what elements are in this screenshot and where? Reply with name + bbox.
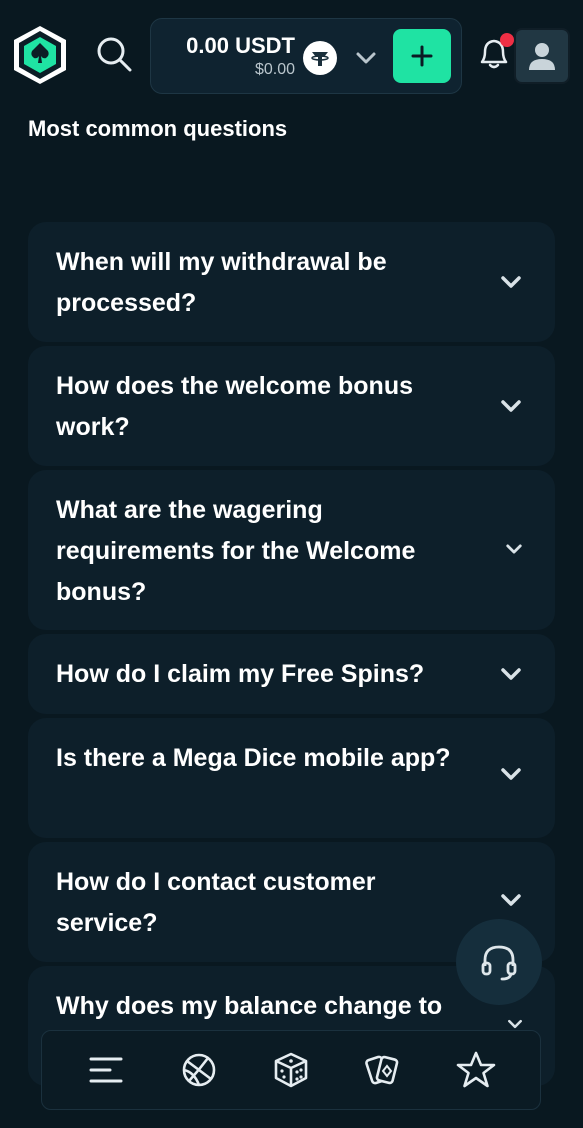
dice-icon xyxy=(274,1052,308,1088)
chevron-down-icon xyxy=(501,668,521,680)
faq-question: When will my withdrawal be processed? xyxy=(56,248,387,317)
chevron-down-icon xyxy=(501,894,521,906)
nav-favorites-button[interactable] xyxy=(452,1046,500,1094)
support-chat-button[interactable] xyxy=(456,919,542,1005)
nav-casino-button[interactable] xyxy=(267,1046,315,1094)
headset-icon xyxy=(481,945,517,981)
star-icon xyxy=(456,1051,496,1088)
faq-question: Why does my balance change to xyxy=(56,992,443,1020)
nav-sports-button[interactable] xyxy=(175,1046,223,1094)
deposit-button[interactable] xyxy=(393,29,451,83)
top-bar: 0.00 USDT $0.00 xyxy=(0,0,583,100)
sports-ball-icon xyxy=(182,1053,215,1087)
tether-icon xyxy=(303,41,337,75)
search-button[interactable] xyxy=(92,32,136,76)
bottom-navigation xyxy=(41,1030,541,1110)
faq-question: What are the wagering requirements for t… xyxy=(56,496,416,606)
chevron-down-icon xyxy=(501,768,521,780)
profile-button[interactable] xyxy=(514,28,570,84)
faq-question: How do I contact customer service? xyxy=(56,868,376,937)
plus-icon xyxy=(411,45,433,67)
faq-item[interactable]: Is there a Mega Dice mobile app? xyxy=(28,718,555,838)
chevron-down-icon xyxy=(501,400,521,412)
currency-dropdown-chevron-icon[interactable] xyxy=(353,45,379,71)
site-logo-icon[interactable] xyxy=(12,24,68,86)
balance-usd: $0.00 xyxy=(254,61,295,78)
notification-badge xyxy=(500,33,514,47)
faq-item[interactable]: How does the welcome bonus work? xyxy=(28,346,555,466)
wallet-balance[interactable]: 0.00 USDT $0.00 xyxy=(150,18,462,94)
faq-item[interactable]: What are the wagering requirements for t… xyxy=(28,470,555,630)
user-icon xyxy=(529,43,555,70)
faq-item[interactable]: How do I claim my Free Spins? xyxy=(28,634,555,714)
balance-amount: 0.00 USDT xyxy=(186,33,295,58)
chevron-down-icon xyxy=(501,276,521,288)
faq-item[interactable]: When will my withdrawal be processed? xyxy=(28,222,555,342)
menu-icon xyxy=(89,1057,123,1083)
faq-question: How does the welcome bonus work? xyxy=(56,372,413,441)
nav-menu-button[interactable] xyxy=(82,1046,130,1094)
cards-icon xyxy=(365,1055,399,1085)
faq-question: How do I claim my Free Spins? xyxy=(56,660,425,688)
nav-live-casino-button[interactable] xyxy=(359,1046,407,1094)
search-icon xyxy=(97,37,132,72)
faq-section-title: Most common questions xyxy=(28,116,288,141)
chevron-down-icon xyxy=(506,544,522,554)
faq-question: Is there a Mega Dice mobile app? xyxy=(56,744,451,772)
